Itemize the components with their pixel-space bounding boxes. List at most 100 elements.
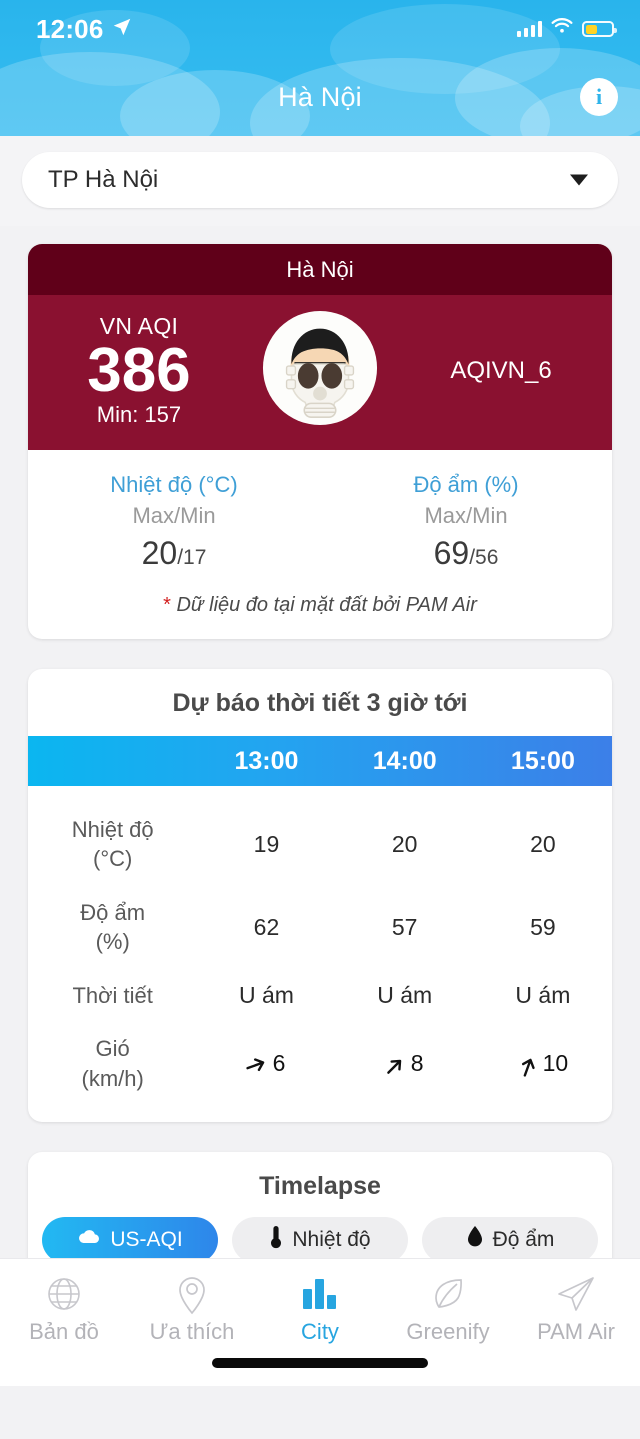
forecast-row-temperature: Nhiệt độ (°C) 19 20 20 xyxy=(28,803,612,886)
content-bottom-spacer xyxy=(28,1399,612,1439)
metric-max: 69 xyxy=(433,535,470,571)
tab-label: City xyxy=(301,1319,339,1344)
wind-speed: 6 xyxy=(272,1050,286,1077)
row-value: U ám xyxy=(377,982,433,1009)
row-label-line1: Nhiệt độ xyxy=(71,817,154,842)
row-value: 8 xyxy=(336,1050,474,1078)
note-asterisk: * xyxy=(163,594,171,616)
wind-direction-arrow-icon xyxy=(379,1046,414,1081)
forecast-header-row: 13:00 14:00 15:00 xyxy=(28,736,612,786)
aqi-readout: VN AQI 386 Min: 157 xyxy=(28,313,250,427)
note-text: Dữ liệu đo tại mặt đất bởi PAM Air xyxy=(170,594,477,616)
forecast-card: Dự báo thời tiết 3 giờ tới 13:00 14:00 1… xyxy=(28,669,612,1123)
location-arrow-icon xyxy=(111,16,133,43)
row-label-line2: (km/h) xyxy=(81,1065,144,1091)
gas-mask-face-icon xyxy=(261,309,379,432)
tab-pam-air[interactable]: PAM Air xyxy=(512,1271,640,1345)
aqi-min-label: Min: 157 xyxy=(96,401,182,427)
metric-temperature: Nhiệt độ (°C) Max/Min 20/17 xyxy=(28,472,320,572)
forecast-row-humidity: Độ ẩm (%) 62 57 59 xyxy=(28,886,612,969)
row-value: 20 xyxy=(530,830,556,857)
wind-cell: 6 xyxy=(245,1050,286,1078)
chevron-down-icon[interactable] xyxy=(570,174,588,186)
map-pin-icon xyxy=(128,1271,256,1317)
city-select[interactable]: TP Hà Nội xyxy=(22,152,618,208)
battery-low-power-icon xyxy=(582,21,617,37)
aqi-station-code: AQIVN_6 xyxy=(450,356,552,384)
app-navbar: Hà Nội i xyxy=(0,58,640,136)
data-source-note: * Dữ liệu đo tại mặt đất bởi PAM Air xyxy=(28,576,612,639)
metric-humidity: Độ ẩm (%) Max/Min 69/56 xyxy=(320,472,612,572)
row-value: 62 xyxy=(253,913,280,940)
metric-subtitle: Max/Min xyxy=(132,503,216,528)
timelapse-tab-label: US-AQI xyxy=(110,1228,183,1252)
cloud-icon xyxy=(77,1228,101,1252)
timelapse-tab-temperature[interactable]: Nhiệt độ xyxy=(232,1217,408,1264)
tab-label: PAM Air xyxy=(537,1319,615,1344)
row-label-line1: Độ ẩm xyxy=(80,899,146,925)
row-spacer xyxy=(28,786,612,803)
bar-chart-icon xyxy=(256,1271,384,1317)
metric-title: Độ ẩm (%) xyxy=(413,472,519,497)
page-title: Hà Nội xyxy=(278,81,362,112)
metric-min: /17 xyxy=(177,546,207,569)
row-label: Độ ẩm (%) xyxy=(28,886,197,969)
paper-plane-icon xyxy=(512,1271,640,1317)
info-circle-icon[interactable]: i xyxy=(580,78,618,116)
tab-label: Greenify xyxy=(406,1319,490,1344)
wind-direction-arrow-icon xyxy=(513,1047,543,1081)
wind-direction-arrow-icon xyxy=(242,1049,276,1079)
metric-value: 69/56 xyxy=(320,535,612,572)
bottom-tabbar: Bản đồ Ưa thích City Greenify PAM Air xyxy=(0,1258,640,1386)
home-indicator xyxy=(212,1358,428,1368)
wind-cell: 10 xyxy=(518,1050,568,1078)
globe-icon xyxy=(0,1271,128,1317)
aqi-index-value: 386 xyxy=(87,336,191,406)
forecast-row-wind: Gió (km/h) 6 8 10 xyxy=(28,1022,612,1105)
forecast-hour: 15:00 xyxy=(510,746,575,775)
sky-header: 12:06 Hà Nội i xyxy=(0,0,640,136)
timelapse-title: Timelapse xyxy=(259,1172,381,1201)
wifi-icon xyxy=(551,18,573,40)
cellular-signal-icon xyxy=(516,21,542,37)
row-value: 19 xyxy=(253,830,280,857)
aqi-card-station-title: Hà Nội xyxy=(28,244,612,295)
timelapse-tab-us-aqi[interactable]: US-AQI xyxy=(42,1217,218,1264)
tab-greenify[interactable]: Greenify xyxy=(384,1271,512,1345)
wind-cell: 8 xyxy=(386,1050,424,1078)
row-value: U ám xyxy=(515,982,571,1009)
row-value: 57 xyxy=(391,913,418,940)
forecast-title: Dự báo thời tiết 3 giờ tới xyxy=(172,689,468,717)
city-select-value: TP Hà Nội xyxy=(48,166,159,193)
metric-min: /56 xyxy=(469,546,499,569)
row-label-line1: Thời tiết xyxy=(72,982,153,1008)
row-value: 59 xyxy=(530,913,556,940)
row-value: 10 xyxy=(474,1050,612,1078)
row-value: 6 xyxy=(197,1050,335,1078)
leaf-icon xyxy=(384,1271,512,1317)
tab-favorites[interactable]: Ưa thích xyxy=(128,1271,256,1345)
row-label: Gió (km/h) xyxy=(28,1022,197,1105)
water-drop-icon xyxy=(466,1225,484,1255)
timelapse-tab-label: Nhiệt độ xyxy=(292,1228,371,1252)
forecast-hour: 13:00 xyxy=(234,746,299,775)
aqi-face-wrap xyxy=(250,309,390,432)
row-value: 20 xyxy=(391,830,418,857)
timelapse-tab-humidity[interactable]: Độ ẩm xyxy=(422,1217,598,1264)
tab-city[interactable]: City xyxy=(256,1271,384,1345)
tab-map[interactable]: Bản đồ xyxy=(0,1271,128,1345)
tab-label: Bản đồ xyxy=(29,1319,99,1344)
thermometer-icon xyxy=(269,1225,283,1255)
status-bar-right xyxy=(516,18,617,40)
aqi-card-body: VN AQI 386 Min: 157 AQIVN_6 xyxy=(28,295,612,450)
status-bar-left: 12:06 xyxy=(36,14,133,45)
row-label-line2: (°C) xyxy=(93,846,133,872)
row-label-line1: Gió xyxy=(95,1036,130,1062)
row-label: Nhiệt độ (°C) xyxy=(28,803,197,886)
row-spacer xyxy=(28,1105,612,1122)
forecast-hour: 14:00 xyxy=(372,746,437,775)
metric-value: 20/17 xyxy=(28,535,320,572)
aqi-metrics: Nhiệt độ (°C) Max/Min 20/17 Độ ẩm (%) Ma… xyxy=(28,450,612,576)
city-select-section: TP Hà Nội xyxy=(0,136,640,226)
status-bar: 12:06 xyxy=(0,0,640,58)
